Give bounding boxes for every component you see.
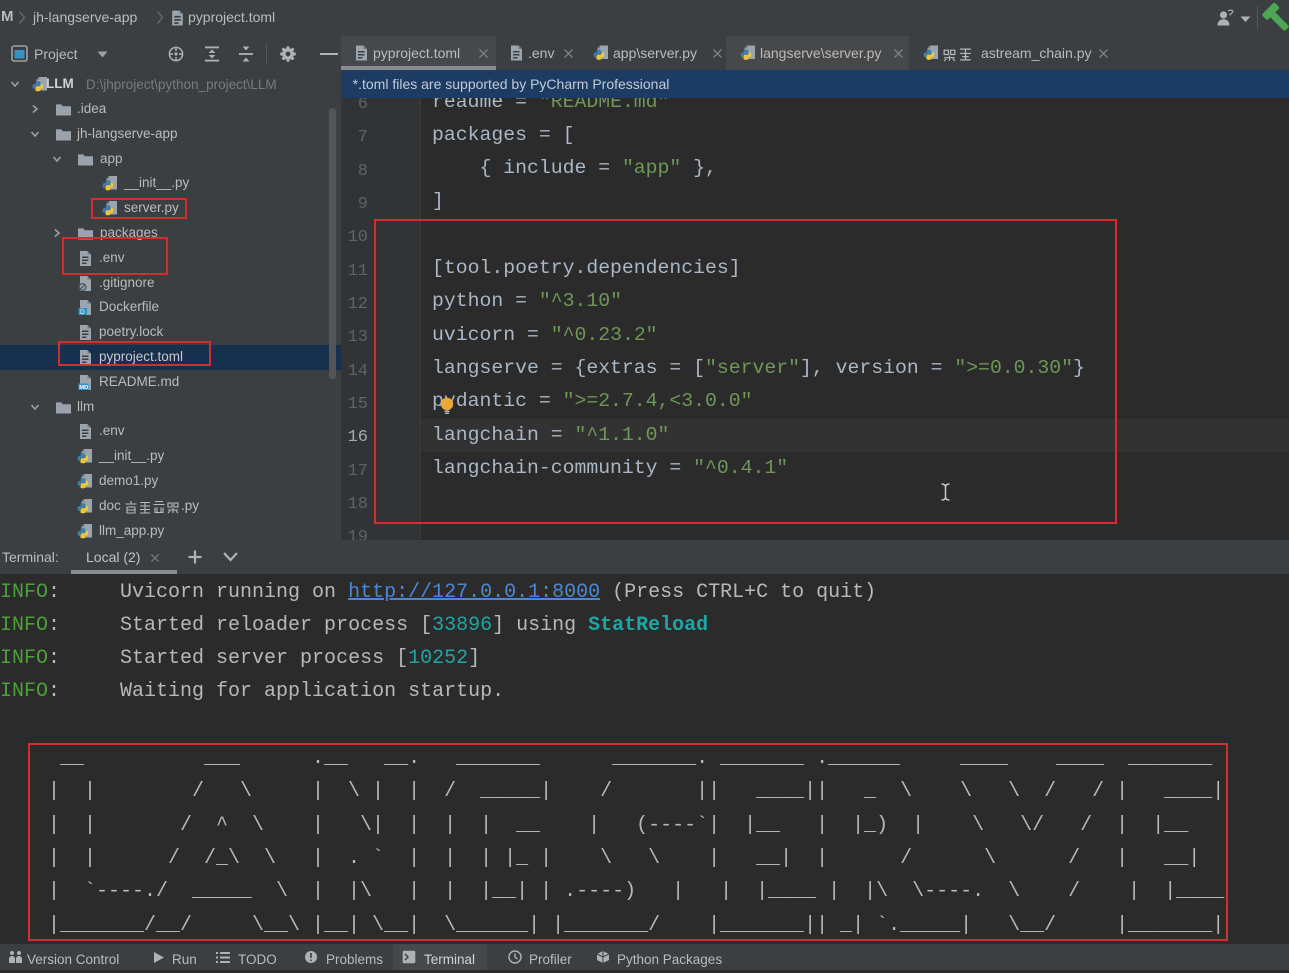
- svg-text:D: D: [80, 309, 85, 316]
- svg-text:MD: MD: [79, 384, 88, 390]
